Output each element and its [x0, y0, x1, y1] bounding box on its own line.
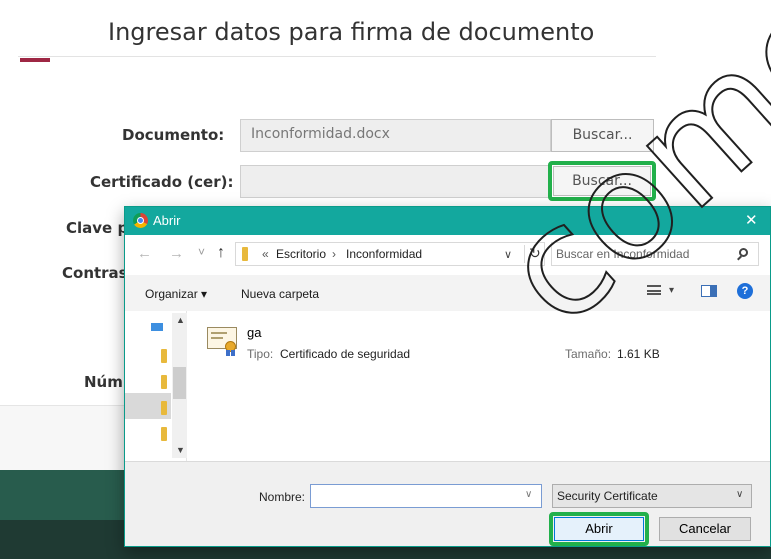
- nombre-label: Nombre:: [259, 490, 306, 504]
- search-input[interactable]: Buscar en Inconformidad: [556, 247, 689, 261]
- organizar-menu[interactable]: Organizar ▾: [145, 287, 207, 301]
- nav-folder-icon[interactable]: [161, 427, 167, 441]
- breadcrumb-escritorio[interactable]: Escritorio: [276, 247, 326, 261]
- search-icon[interactable]: [737, 248, 748, 261]
- nav-scrollbar[interactable]: ▲ ▼: [172, 313, 187, 458]
- scroll-down-icon[interactable]: ▼: [176, 445, 185, 455]
- recent-locations-chevron-icon[interactable]: ˅: [198, 245, 205, 259]
- scroll-up-icon[interactable]: ▲: [176, 315, 185, 325]
- title-accent-bar: [20, 58, 50, 62]
- close-icon[interactable]: ✕: [745, 211, 758, 229]
- file-name-input[interactable]: [310, 484, 542, 508]
- breadcrumb-separator: ›: [332, 247, 336, 261]
- certificado-input[interactable]: [240, 165, 551, 198]
- file-type-filter-value: Security Certificate: [557, 489, 658, 503]
- computer-icon: [151, 323, 163, 331]
- page-title: Ingresar datos para firma de documento: [108, 18, 595, 46]
- certificado-buscar-button[interactable]: Buscar...: [553, 166, 651, 196]
- file-name[interactable]: ga: [247, 325, 261, 340]
- filter-dropdown-icon[interactable]: ∨: [736, 489, 743, 500]
- preview-pane-icon[interactable]: [701, 285, 717, 297]
- documento-buscar-button[interactable]: Buscar...: [551, 119, 654, 152]
- cancelar-button[interactable]: Cancelar: [659, 517, 751, 541]
- view-dropdown-icon[interactable]: ▾: [669, 285, 674, 296]
- dialog-address-row: ← → ˅ ↑ « Escritorio › Inconformidad ∨ ↻…: [125, 235, 770, 275]
- numero-label-partial: Núm: [84, 373, 123, 391]
- nueva-carpeta-button[interactable]: Nueva carpeta: [241, 287, 319, 301]
- nav-folder-icon[interactable]: [161, 401, 167, 415]
- certificate-file-icon[interactable]: [205, 323, 241, 357]
- chrome-icon: [133, 213, 148, 228]
- dialog-command-bar: Organizar ▾ Nueva carpeta ▾ ?: [125, 275, 770, 311]
- view-options-icon[interactable]: [647, 284, 661, 298]
- file-type-filter-select[interactable]: Security Certificate ∨: [552, 484, 752, 508]
- back-arrow-icon[interactable]: ←: [137, 245, 152, 262]
- breadcrumb-divider: [524, 245, 525, 263]
- title-divider: [18, 56, 656, 57]
- contrasena-label-partial: Contras: [62, 264, 128, 282]
- nav-folder-icon[interactable]: [161, 349, 167, 363]
- certificado-label: Certificado (cer):: [90, 173, 234, 191]
- file-type-label: Tipo:: [247, 347, 274, 361]
- dialog-title-bar: Abrir ✕: [125, 207, 770, 235]
- search-box[interactable]: Buscar en Inconformidad: [551, 242, 759, 266]
- documento-input[interactable]: Inconformidad.docx: [240, 119, 551, 152]
- up-arrow-icon[interactable]: ↑: [217, 244, 225, 262]
- dialog-bottom-bar: Nombre: ∨ Security Certificate ∨ Abrir C…: [125, 461, 770, 546]
- clave-label-partial: Clave p: [66, 219, 129, 237]
- scroll-thumb[interactable]: [173, 367, 186, 399]
- file-size-value: 1.61 KB: [617, 347, 660, 361]
- file-name-dropdown-icon[interactable]: ∨: [525, 489, 532, 500]
- file-size-label: Tamaño:: [565, 347, 612, 361]
- dialog-title: Abrir: [153, 213, 181, 228]
- file-open-dialog: Abrir ✕ ← → ˅ ↑ « Escritorio › Inconform…: [124, 206, 771, 547]
- breadcrumb-inconformidad[interactable]: Inconformidad: [346, 247, 422, 261]
- file-type-value: Certificado de seguridad: [280, 347, 411, 361]
- folder-icon: [242, 247, 248, 261]
- help-icon[interactable]: ?: [737, 283, 753, 299]
- breadcrumb-bar[interactable]: « Escritorio › Inconformidad ∨ ↻: [235, 242, 545, 266]
- forward-arrow-icon[interactable]: →: [169, 245, 184, 262]
- abrir-button[interactable]: Abrir: [554, 517, 644, 541]
- breadcrumb-overflow[interactable]: «: [262, 247, 269, 261]
- breadcrumb-dropdown-icon[interactable]: ∨: [504, 248, 512, 261]
- navigation-pane: ▲ ▼: [125, 311, 187, 461]
- documento-label: Documento:: [122, 126, 225, 144]
- nav-folder-icon[interactable]: [161, 375, 167, 389]
- refresh-icon[interactable]: ↻: [529, 245, 541, 262]
